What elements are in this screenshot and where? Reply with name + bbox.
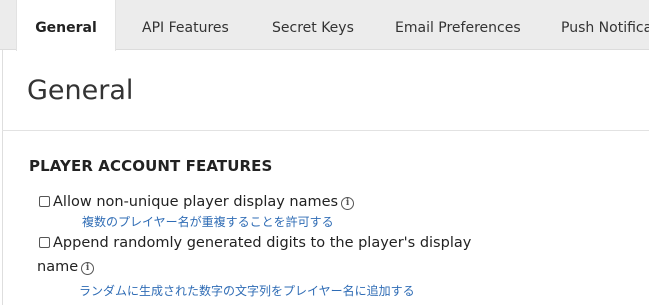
feature-label: Append randomly generated digits to the … xyxy=(53,235,472,251)
tab-email-preferences[interactable]: Email Preferences xyxy=(395,0,521,50)
feature-translation: 複数のプレイヤー名が重複することを許可する xyxy=(82,215,334,229)
tab-general[interactable]: General xyxy=(16,0,116,51)
feature-label: name xyxy=(37,259,79,275)
feature-label-continuation: name i xyxy=(37,255,95,279)
tab-secret-keys[interactable]: Secret Keys xyxy=(272,0,354,50)
tab-push-notifications[interactable]: Push Notificat xyxy=(561,0,649,50)
section-heading: PLAYER ACCOUNT FEATURES xyxy=(29,157,273,175)
page-title: General xyxy=(27,75,134,106)
allow-nonunique-names-checkbox[interactable] xyxy=(39,196,50,207)
tab-api-features[interactable]: API Features xyxy=(142,0,229,50)
append-random-digits-checkbox[interactable] xyxy=(39,237,50,248)
title-divider xyxy=(2,130,649,131)
info-circle-icon[interactable]: i xyxy=(81,262,95,275)
feature-translation: ランダムに生成された数字の文字列をプレイヤー名に追加する xyxy=(79,284,415,298)
feature-append-random-digits: Append randomly generated digits to the … xyxy=(39,231,499,255)
feature-label: Allow non-unique player display names xyxy=(53,194,339,210)
content-border xyxy=(2,50,3,305)
tab-bar: General API Features Secret Keys Email P… xyxy=(0,0,649,51)
feature-allow-nonunique-names: Allow non-unique player display names i xyxy=(39,190,355,214)
info-circle-icon[interactable]: i xyxy=(341,197,355,210)
